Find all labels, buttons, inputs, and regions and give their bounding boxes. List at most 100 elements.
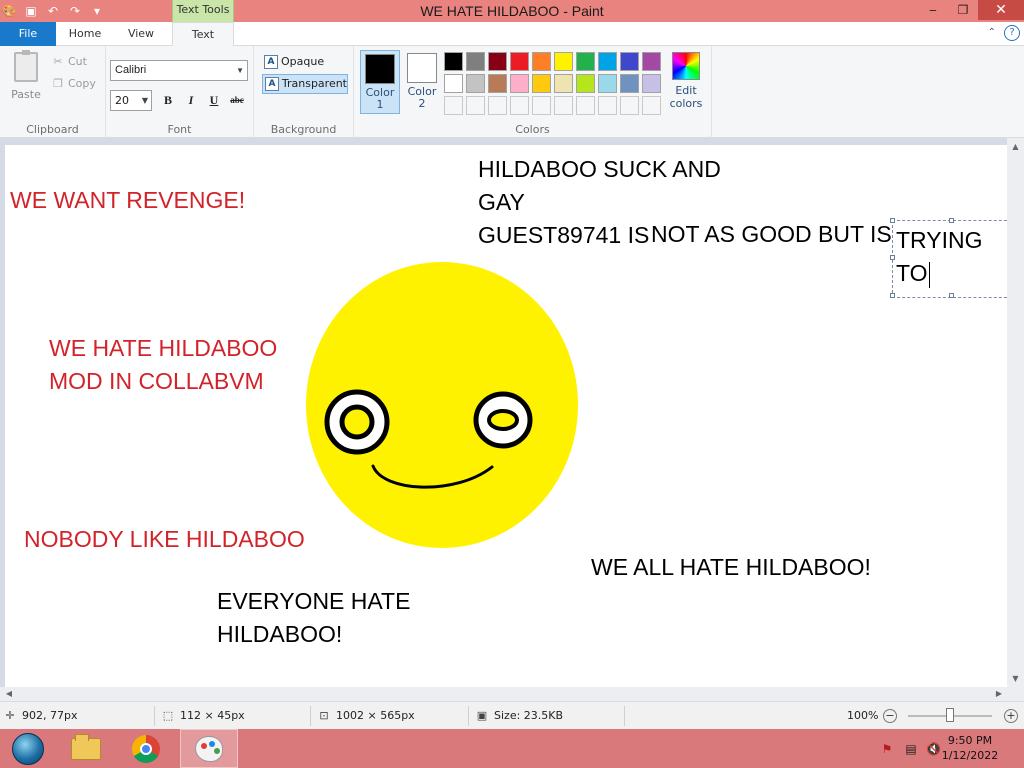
chevron-down-icon: ▼ [236, 66, 244, 75]
resize-handle[interactable] [890, 218, 895, 223]
tab-file[interactable]: File [0, 22, 56, 46]
scroll-down-icon[interactable]: ▼ [1007, 670, 1024, 687]
tab-home[interactable]: Home [58, 22, 112, 46]
action-center-flag-icon[interactable]: ⚑ [880, 742, 894, 756]
edit-colors-label: Edit colors [669, 84, 703, 110]
clipboard-group: Paste ✂ Cut ❐ Copy Clipboard [0, 46, 106, 138]
palette-swatch[interactable] [620, 52, 639, 71]
active-text-box[interactable]: TRYING TO [890, 218, 1007, 298]
custom-color-slot[interactable] [598, 96, 617, 115]
palette-swatch[interactable] [620, 74, 639, 93]
resize-handle[interactable] [949, 218, 954, 223]
custom-color-slot[interactable] [466, 96, 485, 115]
underline-button[interactable]: U [204, 90, 224, 110]
window-controls: ‒ ❐ ✕ [918, 0, 1024, 20]
cut-label: Cut [68, 55, 87, 68]
resize-handle[interactable] [949, 293, 954, 298]
tab-view[interactable]: View [114, 22, 168, 46]
strikethrough-button[interactable]: abc [227, 90, 247, 110]
selection-size: ⬚ 112 × 45px [162, 709, 245, 722]
copy-button[interactable]: ❐ Copy [52, 75, 96, 93]
paste-button[interactable]: Paste [6, 50, 46, 108]
zoom-in-icon[interactable]: + [1004, 709, 1018, 723]
colors-group: Color 1 Color 2 Edit colors Colors [354, 46, 712, 138]
custom-color-slot[interactable] [488, 96, 507, 115]
vertical-scrollbar[interactable]: ▲ ▼ [1007, 138, 1024, 687]
palette-swatch[interactable] [554, 52, 573, 71]
zoom-out-icon[interactable]: − [883, 709, 897, 723]
custom-color-slot[interactable] [510, 96, 529, 115]
taskbar-chrome[interactable] [120, 729, 172, 768]
resize-handle[interactable] [890, 255, 895, 260]
scroll-up-icon[interactable]: ▲ [1007, 138, 1024, 155]
palette-swatch[interactable] [554, 74, 573, 93]
palette-swatch[interactable] [642, 52, 661, 71]
palette-swatch[interactable] [576, 52, 595, 71]
font-family-select[interactable]: Calibri ▼ [110, 60, 248, 81]
zoom-slider-thumb[interactable] [946, 708, 954, 722]
custom-color-slot[interactable] [554, 96, 573, 115]
palette-swatch[interactable] [598, 74, 617, 93]
palette-swatch[interactable] [488, 74, 507, 93]
scroll-left-icon[interactable]: ◀ [2, 687, 16, 701]
text-caret [928, 261, 930, 288]
ribbon-tabs: File Home View Text ⌃ ? [0, 22, 1024, 47]
taskbar-paint[interactable] [180, 729, 238, 768]
palette-swatch[interactable] [532, 52, 551, 71]
drawing-canvas[interactable]: WE WANT REVENGE! WE HATE HILDABOO MOD IN… [5, 145, 1007, 687]
custom-color-slot[interactable] [576, 96, 595, 115]
cut-button[interactable]: ✂ Cut [52, 53, 87, 71]
copy-icon: ❐ [53, 77, 63, 90]
clock-date: 1/12/2022 [941, 749, 999, 762]
italic-button[interactable]: I [181, 90, 201, 110]
background-group: A Opaque A Transparent Background [254, 46, 354, 138]
ribbon: Paste ✂ Cut ❐ Copy Clipboard Calibri ▼ 2… [0, 46, 1024, 138]
scissors-icon: ✂ [53, 55, 63, 68]
color-spectrum-icon [672, 52, 700, 80]
taskbar-clock[interactable]: 9:50 PM 1/12/2022 [938, 733, 1002, 763]
copy-label: Copy [68, 77, 96, 90]
transparent-option[interactable]: A Transparent [262, 74, 348, 94]
palette-swatch[interactable] [466, 74, 485, 93]
network-icon[interactable]: ▤ [904, 742, 918, 756]
color-1-button[interactable]: Color 1 [360, 50, 400, 114]
color-2-label: Color 2 [407, 85, 437, 110]
close-button[interactable]: ✕ [978, 0, 1024, 20]
clipboard-icon [14, 50, 38, 82]
tab-text[interactable]: Text [172, 22, 234, 47]
custom-color-slot[interactable] [532, 96, 551, 115]
resize-handle[interactable] [890, 293, 895, 298]
scroll-right-icon[interactable]: ▶ [992, 687, 1006, 701]
title-bar: 🎨 ▣ ↶ ↷ ▾ Text Tools WE HATE HILDABOO - … [0, 0, 1024, 22]
bold-button[interactable]: B [158, 90, 178, 110]
palette-swatch[interactable] [510, 74, 529, 93]
palette-swatch[interactable] [466, 52, 485, 71]
color-2-button[interactable]: Color 2 [402, 50, 442, 114]
palette-swatch[interactable] [532, 74, 551, 93]
color-1-swatch [365, 54, 395, 84]
canvas-text-nobody: NOBODY LIKE HILDABOO [24, 526, 305, 552]
font-size-select[interactable]: 20 ▼ [110, 90, 152, 111]
edit-colors-button[interactable]: Edit colors [664, 52, 708, 110]
taskbar-explorer[interactable] [60, 729, 112, 768]
restore-button[interactable]: ❐ [948, 0, 978, 20]
palette-swatch[interactable] [444, 74, 463, 93]
minimize-ribbon-icon[interactable]: ⌃ [988, 27, 996, 38]
start-button[interactable] [2, 729, 54, 768]
opaque-option[interactable]: A Opaque [262, 52, 348, 72]
horizontal-scrollbar[interactable]: ◀ ▶ [0, 687, 1024, 701]
help-icon[interactable]: ? [1004, 25, 1020, 41]
custom-color-slot[interactable] [620, 96, 639, 115]
palette-swatch[interactable] [444, 52, 463, 71]
right-eye-inner [487, 409, 519, 431]
palette-swatch[interactable] [642, 74, 661, 93]
custom-color-slot[interactable] [444, 96, 463, 115]
palette-swatch[interactable] [576, 74, 595, 93]
palette-swatch[interactable] [510, 52, 529, 71]
palette-swatch[interactable] [488, 52, 507, 71]
custom-color-slot[interactable] [642, 96, 661, 115]
canvas-text-everyone: EVERYONE HATE HILDABOO! [217, 588, 411, 647]
file-explorer-icon [71, 733, 101, 760]
minimize-button[interactable]: ‒ [918, 0, 948, 20]
palette-swatch[interactable] [598, 52, 617, 71]
